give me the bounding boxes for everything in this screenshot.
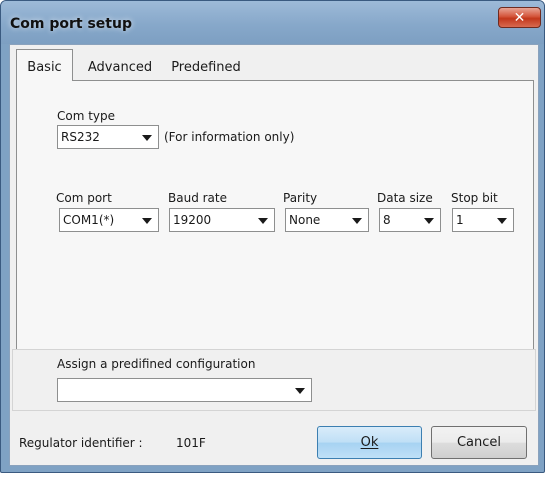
baud-rate-value: 19200 xyxy=(173,213,212,227)
ok-button-label: Ok xyxy=(360,435,379,450)
close-button[interactable]: ✕ xyxy=(498,7,541,28)
data-size-value: 8 xyxy=(383,213,391,227)
parity-label: Parity xyxy=(283,191,318,205)
tab-predefined[interactable]: Predefined xyxy=(163,52,249,81)
stop-bit-value: 1 xyxy=(456,213,464,227)
tab-advanced-label: Advanced xyxy=(87,60,153,75)
data-size-label: Data size xyxy=(377,191,433,205)
cancel-button-label: Cancel xyxy=(456,435,502,450)
dialog-client-area: Basic Advanced Predefined Com type RS232… xyxy=(9,44,539,466)
tab-predefined-label: Predefined xyxy=(171,60,241,75)
chevron-down-icon xyxy=(142,218,152,224)
com-type-label: Com type xyxy=(57,109,116,123)
stop-bit-select[interactable]: 1 xyxy=(452,208,514,232)
chevron-down-icon xyxy=(142,135,152,141)
regulator-identifier-value: 101F xyxy=(176,436,206,450)
chevron-down-icon xyxy=(258,218,268,224)
com-port-select[interactable]: COM1(*) xyxy=(59,208,159,232)
predefined-config-group: Assign a predifined configuration xyxy=(12,349,536,411)
chevron-down-icon xyxy=(352,218,362,224)
cancel-button[interactable]: Cancel xyxy=(431,426,527,459)
basic-tab-panel: Com type RS232 (For information only) Co… xyxy=(16,80,534,393)
ok-button[interactable]: Ok xyxy=(317,426,422,459)
com-port-setup-dialog: Com port setup ✕ Basic Advanced Predefin… xyxy=(0,0,545,473)
stop-bit-label: Stop bit xyxy=(451,191,498,205)
com-type-value: RS232 xyxy=(61,130,100,144)
regulator-identifier-label: Regulator identifier : xyxy=(19,436,143,450)
chevron-down-icon xyxy=(497,218,507,224)
com-port-label: Com port xyxy=(56,191,112,205)
parity-value: None xyxy=(289,213,321,227)
predefined-config-select[interactable] xyxy=(57,378,312,402)
baud-rate-select[interactable]: 19200 xyxy=(169,208,275,232)
parity-select[interactable]: None xyxy=(285,208,369,232)
tab-basic-label: Basic xyxy=(27,60,62,75)
com-port-value: COM1(*) xyxy=(63,213,115,227)
close-icon: ✕ xyxy=(513,9,526,26)
chevron-down-icon xyxy=(295,388,305,394)
chevron-down-icon xyxy=(424,218,434,224)
baud-rate-label: Baud rate xyxy=(168,191,227,205)
predefined-config-label: Assign a predifined configuration xyxy=(57,357,256,371)
com-type-note: (For information only) xyxy=(164,130,295,144)
tab-basic[interactable]: Basic xyxy=(16,49,73,81)
window-title: Com port setup xyxy=(10,16,132,32)
com-type-select[interactable]: RS232 xyxy=(57,125,159,149)
tab-advanced[interactable]: Advanced xyxy=(80,52,160,81)
data-size-select[interactable]: 8 xyxy=(379,208,441,232)
title-bar[interactable]: Com port setup ✕ xyxy=(1,1,544,44)
